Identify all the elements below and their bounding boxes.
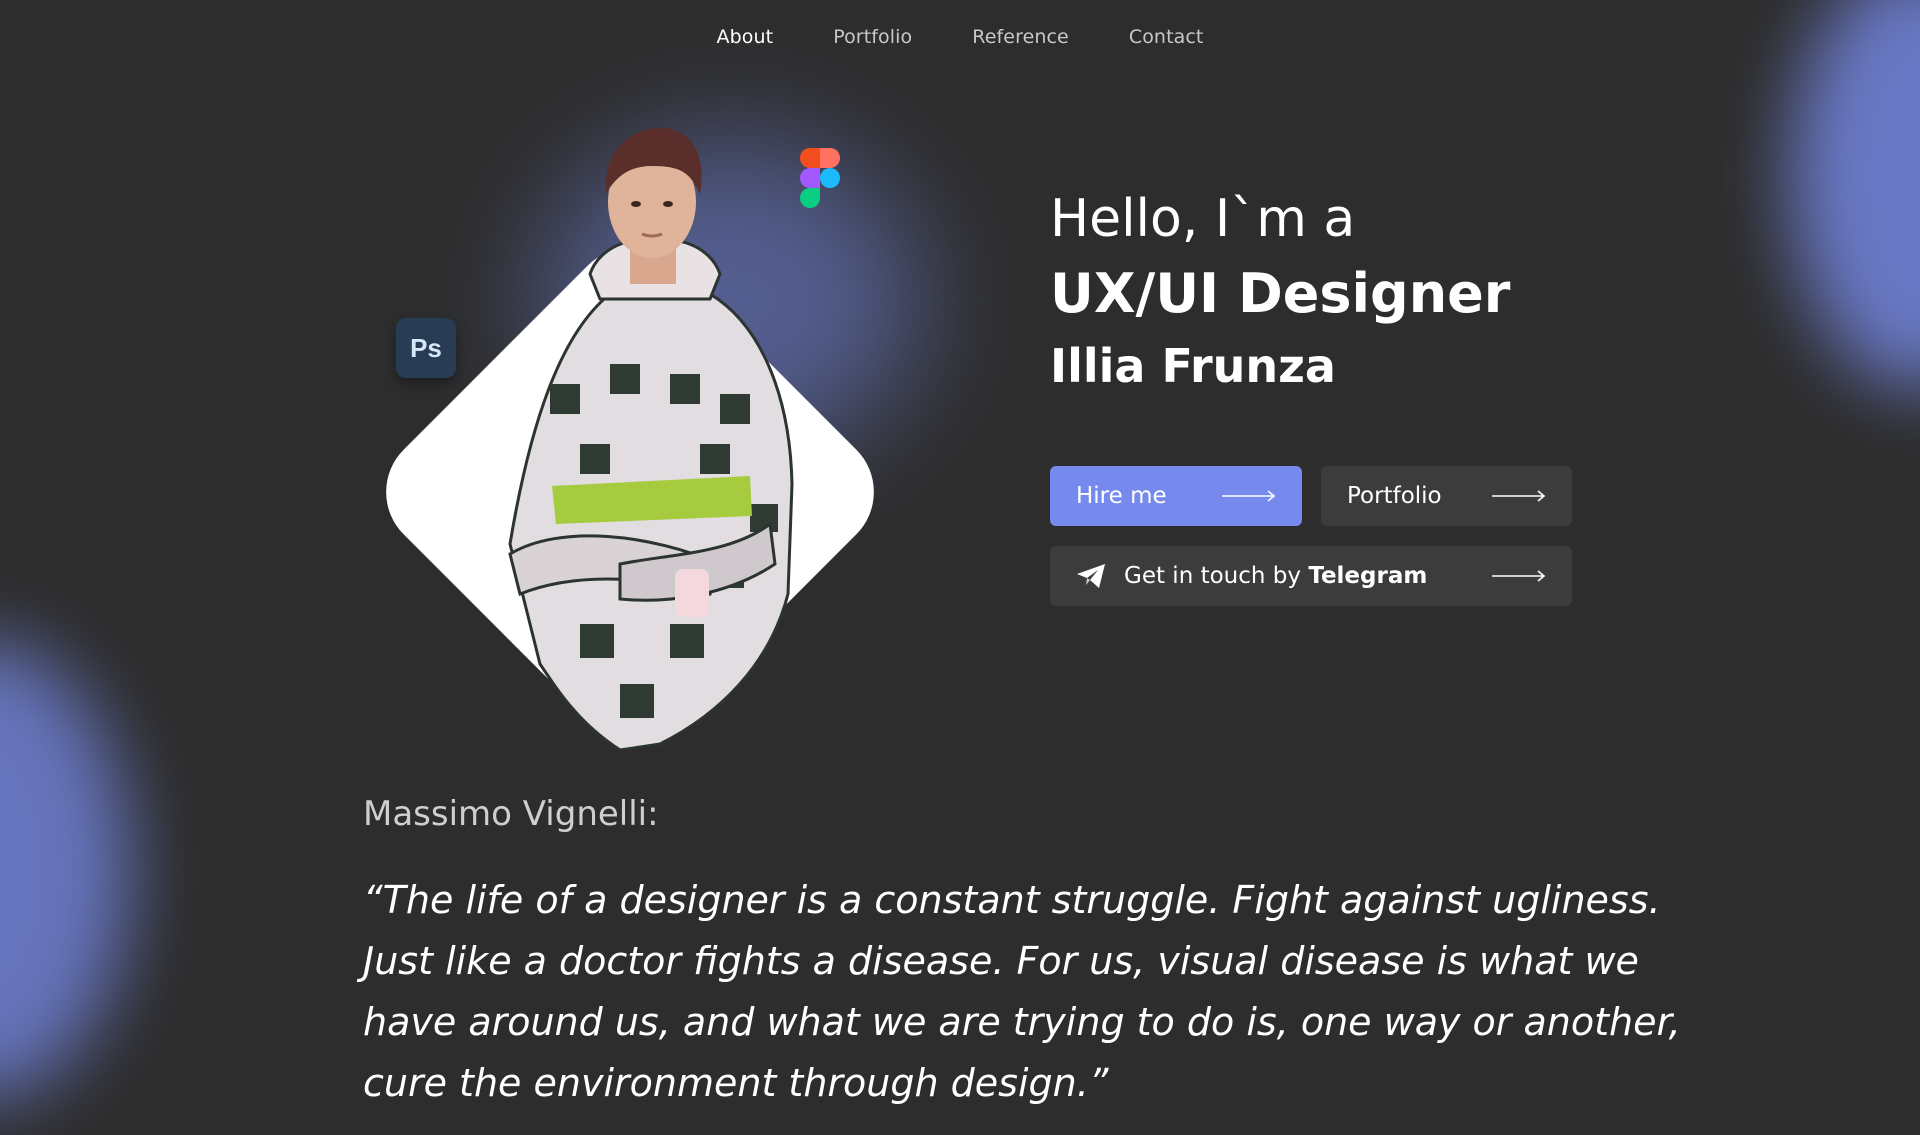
telegram-button-content: Get in touch by Telegram bbox=[1076, 563, 1427, 589]
portfolio-button[interactable]: Portfolio bbox=[1321, 466, 1572, 526]
nav-item-about[interactable]: About bbox=[717, 26, 774, 48]
telegram-label-strong: Telegram bbox=[1308, 563, 1428, 589]
figma-icon bbox=[800, 148, 840, 208]
hire-me-label: Hire me bbox=[1076, 483, 1167, 509]
quote-author: Massimo Vignelli: bbox=[363, 794, 659, 834]
hero-greeting: Hello, I`m a bbox=[1050, 189, 1356, 249]
hire-me-button[interactable]: Hire me bbox=[1050, 466, 1302, 526]
background-glow-right bbox=[1790, 0, 1920, 390]
nav-item-reference[interactable]: Reference bbox=[972, 26, 1069, 48]
portrait-photo bbox=[508, 128, 794, 750]
arrow-right-icon bbox=[1492, 570, 1546, 582]
arrow-right-icon bbox=[1492, 490, 1546, 502]
hero-name: Illia Frunza bbox=[1050, 339, 1336, 393]
arrow-right-icon bbox=[1222, 490, 1276, 502]
quote-text: “The life of a designer is a constant st… bbox=[363, 878, 1681, 1105]
nav-item-portfolio[interactable]: Portfolio bbox=[833, 26, 912, 48]
telegram-label-prefix: Get in touch by bbox=[1124, 563, 1301, 589]
hero-role: UX/UI Designer bbox=[1050, 262, 1511, 325]
telegram-button[interactable]: Get in touch by Telegram bbox=[1050, 546, 1572, 606]
top-nav: About Portfolio Reference Contact bbox=[0, 26, 1920, 48]
photoshop-icon: Ps bbox=[396, 318, 456, 378]
hero-visual: Ps bbox=[361, 120, 930, 761]
telegram-label: Get in touch by Telegram bbox=[1124, 563, 1427, 589]
background-glow-left bbox=[0, 640, 130, 1100]
telegram-icon bbox=[1077, 564, 1105, 588]
page: About Portfolio Reference Contact Ps Hel… bbox=[0, 0, 1920, 1135]
portfolio-label: Portfolio bbox=[1347, 483, 1442, 509]
nav-item-contact[interactable]: Contact bbox=[1129, 26, 1204, 48]
hero-text: Hello, I`m a UX/UI Designer Illia Frunza bbox=[1050, 185, 1510, 397]
